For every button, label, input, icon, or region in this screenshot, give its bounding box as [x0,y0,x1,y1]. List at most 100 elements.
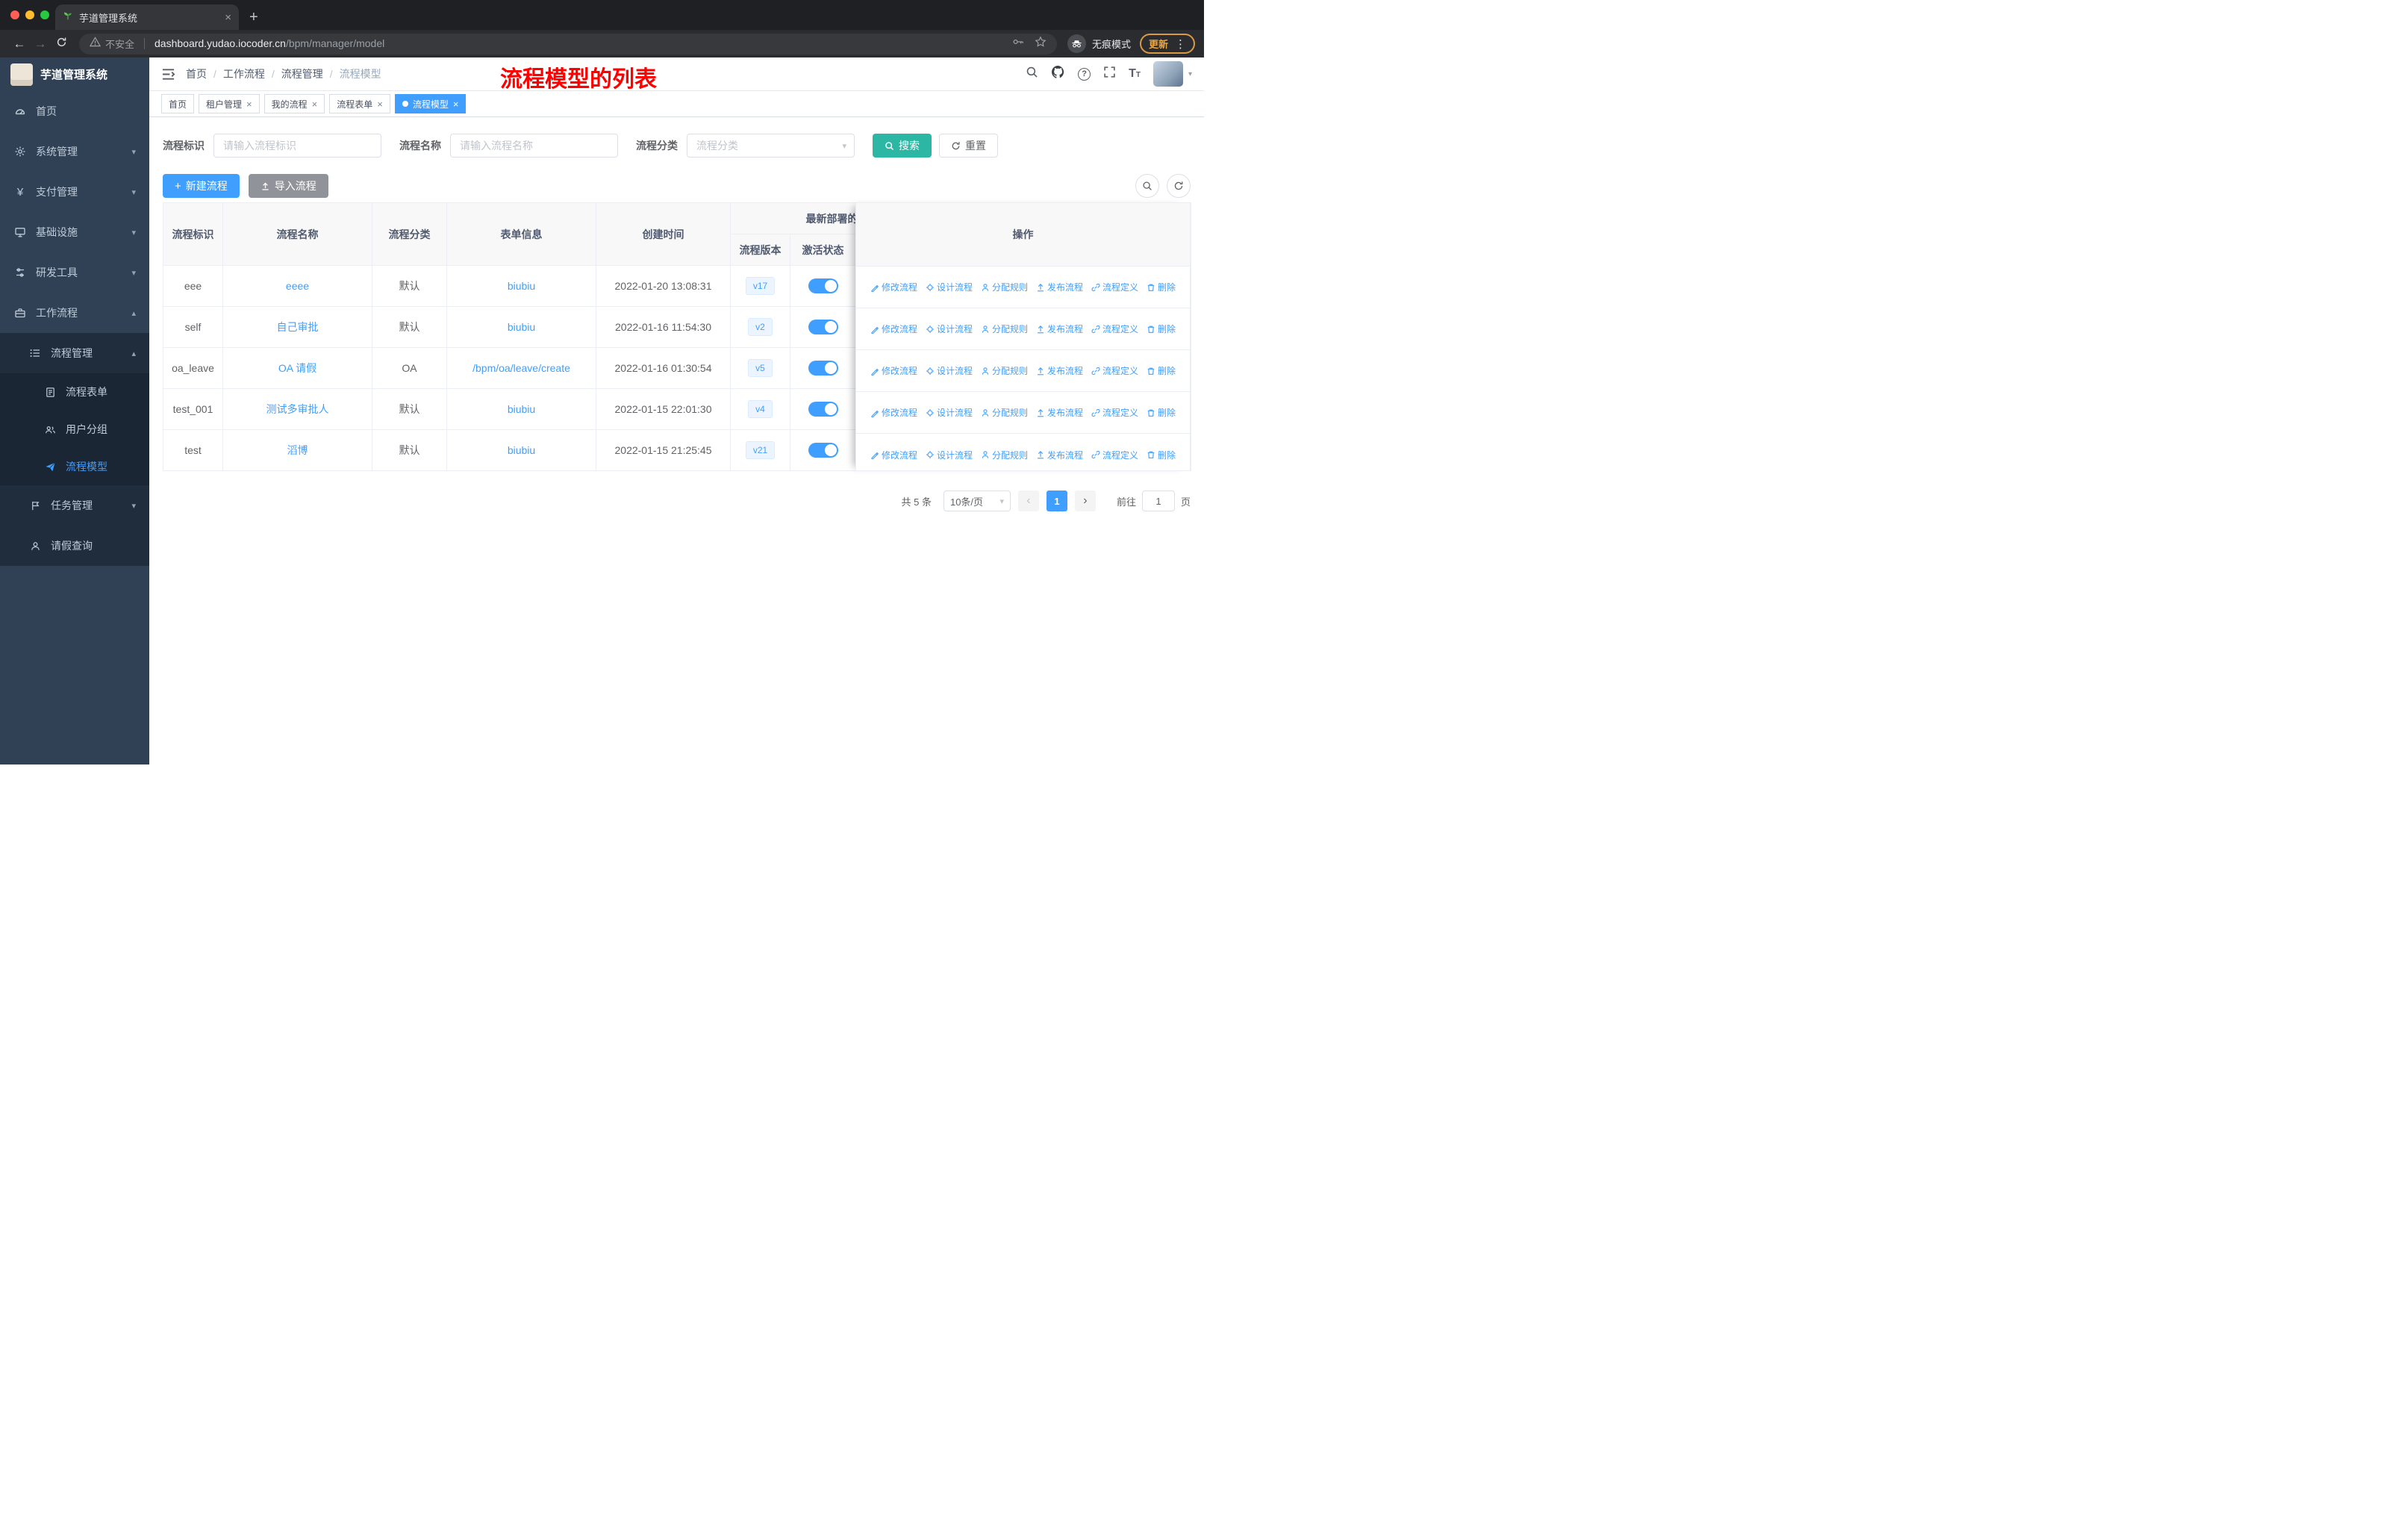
window-close-button[interactable] [10,10,19,19]
action-publish-process[interactable]: 发布流程 [1036,406,1083,419]
category-select[interactable]: 流程分类 ▾ [687,134,855,158]
back-button[interactable]: ← [9,37,30,52]
action-delete[interactable]: 删除 [1147,323,1176,335]
window-maximize-button[interactable] [40,10,49,19]
form-info-link[interactable]: biubiu [508,403,535,415]
sidebar-item-system[interactable]: 系统管理 ▾ [0,131,149,172]
create-process-button[interactable]: + 新建流程 [163,174,240,198]
refresh-icon[interactable] [1167,174,1191,198]
github-icon[interactable] [1051,65,1065,83]
action-design-process[interactable]: 设计流程 [926,281,973,293]
process-key-input[interactable] [213,134,381,158]
bookmark-star-icon[interactable] [1035,36,1047,52]
action-process-definition[interactable]: 流程定义 [1091,323,1138,335]
sidebar-item-devtools[interactable]: 研发工具 ▾ [0,252,149,293]
action-design-process[interactable]: 设计流程 [926,406,973,419]
security-warning-icon[interactable] [89,37,102,51]
search-button[interactable]: 搜索 [873,134,932,158]
action-edit-process[interactable]: 修改流程 [870,364,917,377]
action-design-process[interactable]: 设计流程 [926,323,973,335]
action-delete[interactable]: 删除 [1147,406,1176,419]
avatar[interactable] [1152,61,1183,87]
breadcrumb-item[interactable]: 首页 [186,66,207,81]
incognito-badge[interactable]: 无痕模式 [1067,34,1131,53]
action-process-definition[interactable]: 流程定义 [1091,281,1138,293]
security-label[interactable]: 不安全 [105,37,134,51]
collapse-sidebar-icon[interactable] [161,68,175,81]
address-bar[interactable]: 不安全 dashboard.yudao.iocoder.cn/bpm/manag… [79,33,1057,55]
sidebar-item-process-model[interactable]: 流程模型 [0,448,149,485]
breadcrumb-item[interactable]: 流程管理 [281,66,323,81]
page-number-button[interactable]: 1 [1046,491,1067,511]
sidebar-item-process-form[interactable]: 流程表单 [0,373,149,411]
fullscreen-icon[interactable] [1103,66,1116,82]
action-publish-process[interactable]: 发布流程 [1036,364,1083,377]
update-button[interactable]: 更新 ⋮ [1139,34,1195,54]
process-name-input[interactable] [450,134,618,158]
action-assign-rule[interactable]: 分配规则 [981,364,1028,377]
sidebar-item-user-group[interactable]: 用户分组 [0,411,149,448]
next-page-button[interactable]: › [1074,491,1096,511]
action-publish-process[interactable]: 发布流程 [1036,281,1083,293]
form-info-link[interactable]: /bpm/oa/leave/create [472,362,570,374]
tag-tenant[interactable]: 租户管理 × [199,94,260,113]
page-size-select[interactable]: 10条/页 ▾ [943,491,1011,511]
close-icon[interactable]: × [312,99,318,110]
action-edit-process[interactable]: 修改流程 [870,323,917,335]
breadcrumb-item[interactable]: 工作流程 [223,66,265,81]
action-process-definition[interactable]: 流程定义 [1091,364,1138,377]
app-logo[interactable]: 芋道管理系统 [0,57,149,91]
tag-process-model[interactable]: 流程模型 × [394,94,467,113]
action-edit-process[interactable]: 修改流程 [870,449,917,461]
action-edit-process[interactable]: 修改流程 [870,406,917,419]
password-key-icon[interactable] [1012,37,1024,51]
close-icon[interactable]: × [246,99,252,110]
active-toggle[interactable] [808,278,838,293]
search-icon[interactable] [1026,66,1038,82]
active-toggle[interactable] [808,402,838,417]
goto-page-input[interactable] [1141,491,1175,511]
toggle-search-icon[interactable] [1135,174,1159,198]
action-publish-process[interactable]: 发布流程 [1036,449,1083,461]
sidebar-item-process-management[interactable]: 流程管理 ▴ [0,333,149,373]
close-icon[interactable]: × [453,99,459,110]
browser-menu-kebab-icon[interactable]: ⋮ [1175,37,1186,51]
action-delete[interactable]: 删除 [1147,364,1176,377]
tag-process-form[interactable]: 流程表单 × [329,94,390,113]
reload-button[interactable] [51,37,72,52]
action-design-process[interactable]: 设计流程 [926,449,973,461]
close-icon[interactable]: × [377,99,383,110]
forward-button[interactable]: → [30,37,51,52]
sidebar-item-home[interactable]: 首页 [0,91,149,131]
process-name-link[interactable]: eeee [286,280,309,292]
sidebar-item-workflow[interactable]: 工作流程 ▴ [0,293,149,333]
form-info-link[interactable]: biubiu [508,444,535,456]
window-minimize-button[interactable] [25,10,34,19]
new-tab-button[interactable]: + [249,10,258,25]
action-publish-process[interactable]: 发布流程 [1036,323,1083,335]
browser-tab[interactable]: 芋道管理系统 × [55,4,239,30]
sidebar-item-leave-query[interactable]: 请假查询 [0,526,149,566]
action-process-definition[interactable]: 流程定义 [1091,449,1138,461]
tab-close-icon[interactable]: × [225,11,231,24]
form-info-link[interactable]: biubiu [508,280,535,292]
form-info-link[interactable]: biubiu [508,321,535,333]
active-toggle[interactable] [808,361,838,376]
action-design-process[interactable]: 设计流程 [926,364,973,377]
help-icon[interactable]: ? [1078,67,1091,81]
tag-home[interactable]: 首页 [161,94,195,113]
sidebar-item-infra[interactable]: 基础设施 ▾ [0,212,149,252]
action-process-definition[interactable]: 流程定义 [1091,406,1138,419]
action-assign-rule[interactable]: 分配规则 [981,406,1028,419]
action-assign-rule[interactable]: 分配规则 [981,449,1028,461]
font-size-icon[interactable]: TT [1129,67,1141,81]
url-text[interactable]: dashboard.yudao.iocoder.cn/bpm/manager/m… [155,37,384,51]
tag-my-process[interactable]: 我的流程 × [263,94,325,113]
reset-button[interactable]: 重置 [939,134,998,158]
sidebar-item-payment[interactable]: ¥ 支付管理 ▾ [0,172,149,212]
active-toggle[interactable] [808,443,838,458]
process-name-link[interactable]: 测试多审批人 [266,403,329,415]
active-toggle[interactable] [808,320,838,334]
action-delete[interactable]: 删除 [1147,449,1176,461]
process-name-link[interactable]: OA 请假 [278,362,316,374]
